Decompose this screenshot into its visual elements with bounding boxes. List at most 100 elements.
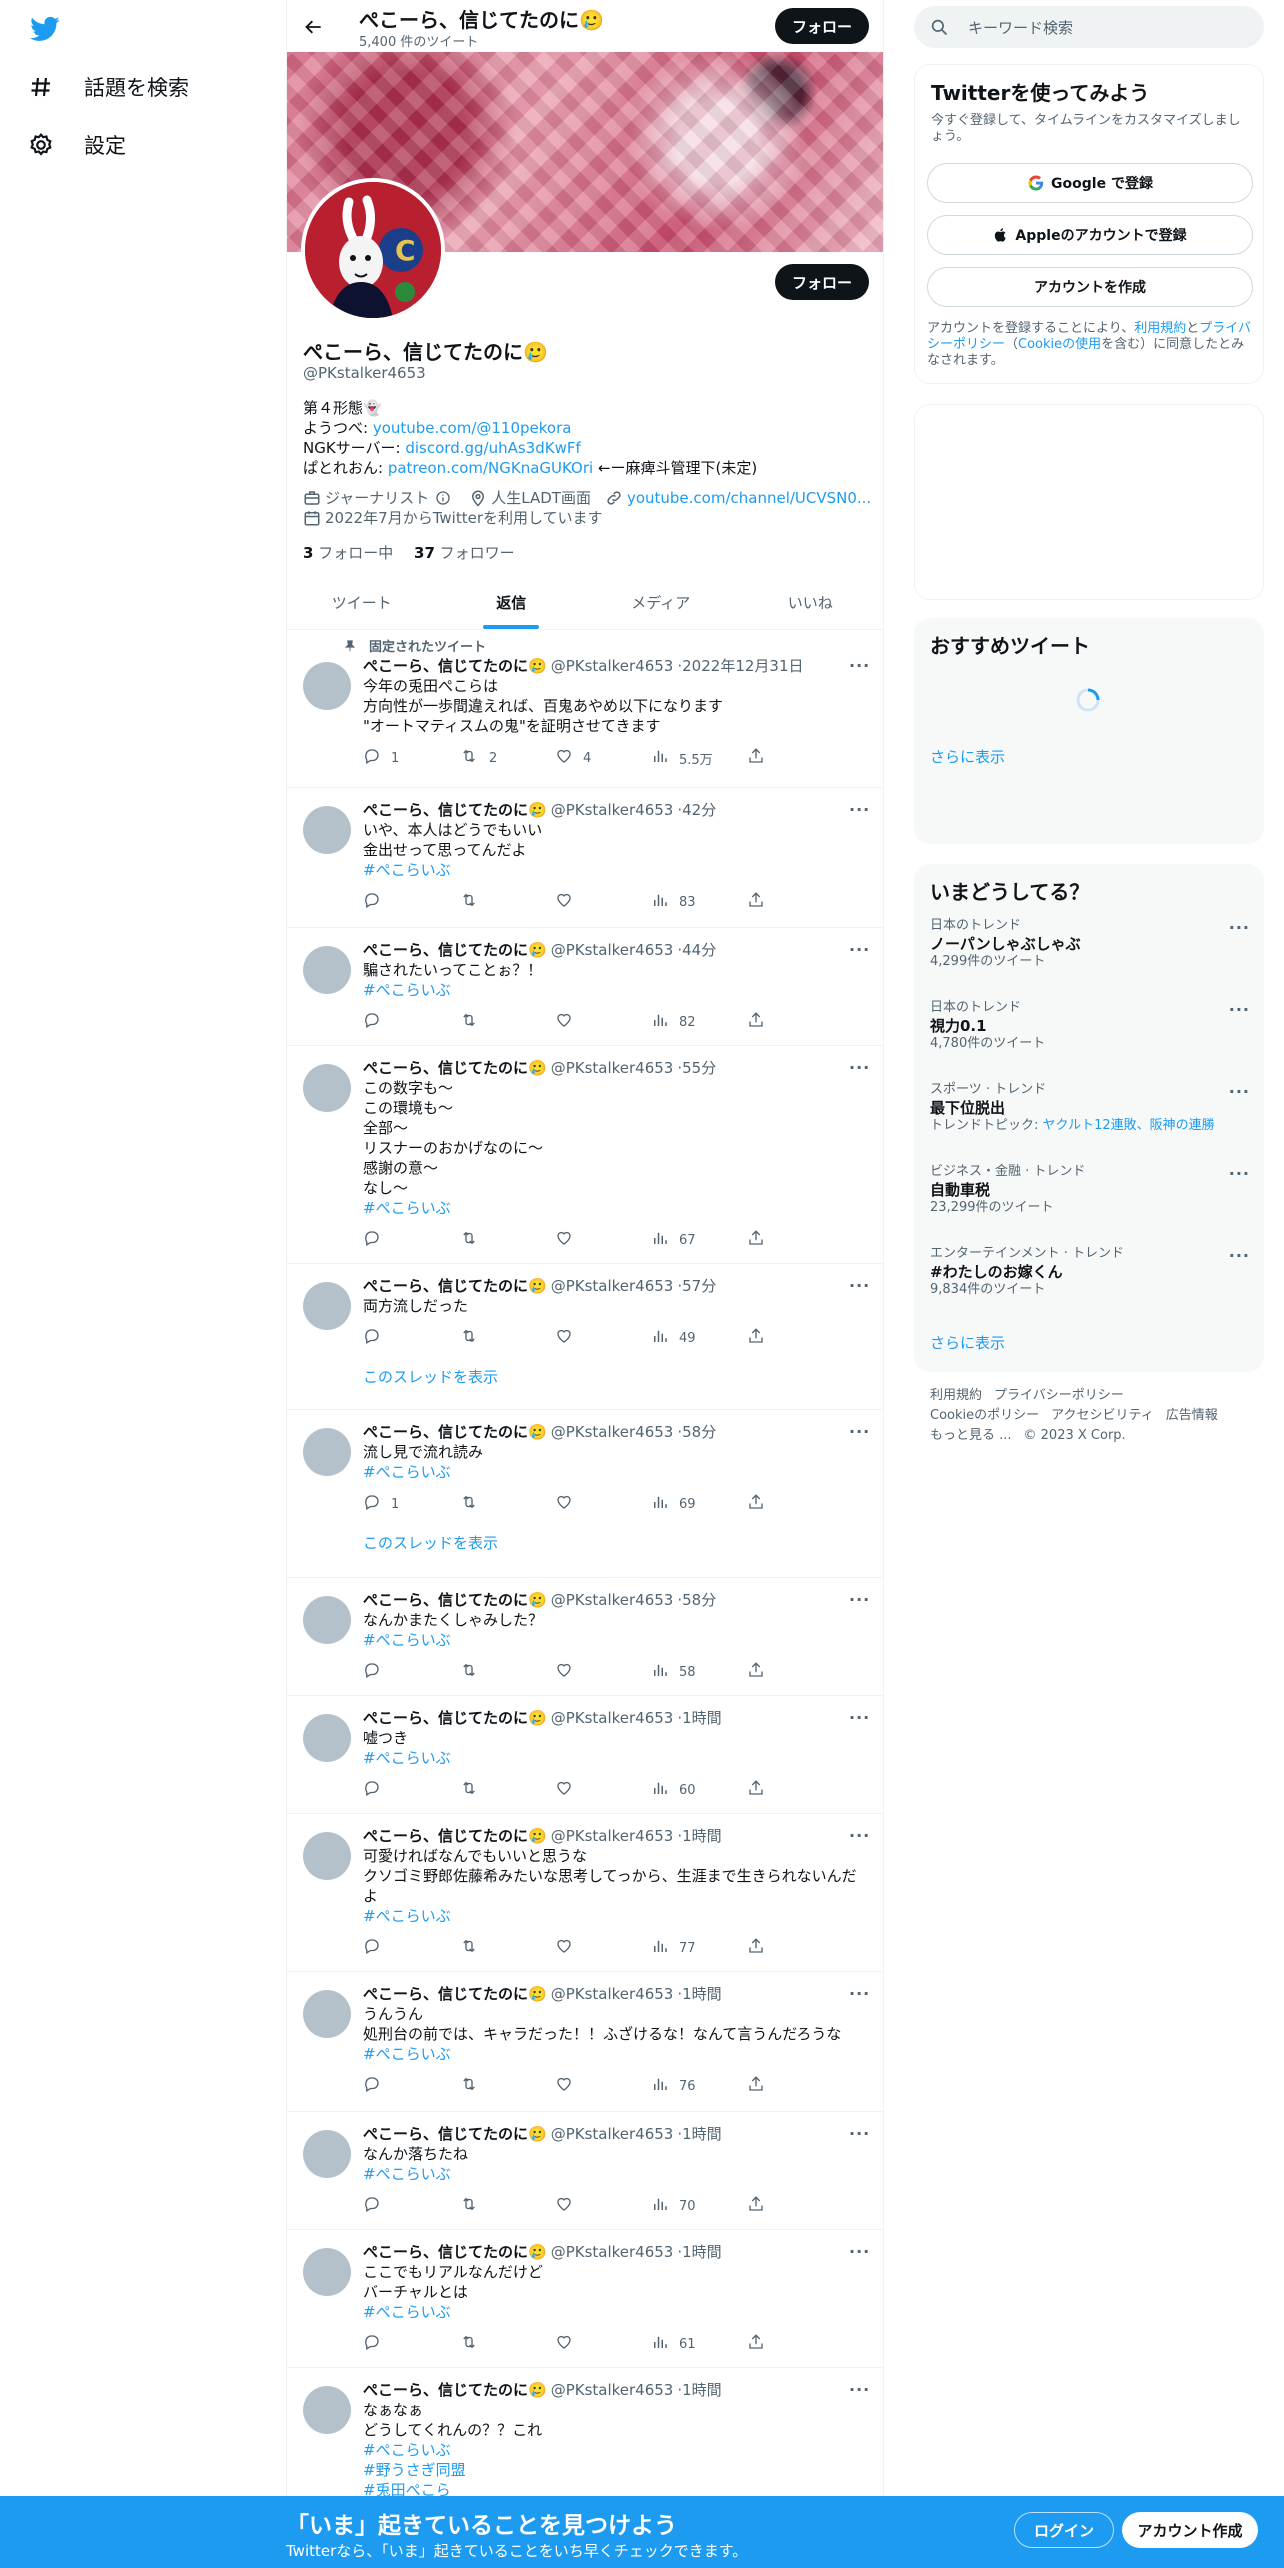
reply-button[interactable] (363, 2076, 459, 2096)
hashtag-link[interactable]: #兎田ぺこら (363, 2480, 869, 2496)
show-thread-link[interactable]: このスレッドを表示 (363, 1366, 498, 1387)
tweet-author-handle[interactable]: @PKstalker4653 (551, 801, 674, 819)
tweet-time[interactable]: 1時間 (682, 2243, 722, 2261)
hashtag-link[interactable]: #ぺこらいぶ (363, 1462, 869, 1482)
signup-button[interactable]: アカウント作成 (1122, 2512, 1258, 2548)
retweet-button[interactable] (459, 2076, 555, 2096)
reply-button[interactable] (363, 1780, 459, 1800)
retweet-button[interactable] (459, 892, 555, 912)
hashtag-link[interactable]: #ぺこらいぶ (363, 2302, 869, 2322)
youtube-link[interactable]: youtube.com/@110pekora (373, 419, 572, 437)
tweet-time[interactable]: 44分 (682, 941, 716, 959)
tweet-author-name[interactable]: ぺこーら、信じてたのに🥲 (363, 1277, 547, 1295)
footer-more-link[interactable]: もっと見る ... (930, 1428, 1012, 1443)
like-button[interactable] (555, 2196, 651, 2216)
share-button[interactable] (747, 1230, 787, 1250)
tweet-author-handle[interactable]: @PKstalker4653 (551, 2381, 674, 2399)
reply-button[interactable] (363, 1230, 459, 1250)
tab-media[interactable]: メディア (586, 576, 736, 629)
tweet-time[interactable]: 58分 (682, 1423, 716, 1441)
create-account-button[interactable]: アカウントを作成 (927, 267, 1253, 307)
patreon-link[interactable]: patreon.com/NGKnaGUKOri (388, 459, 593, 477)
tweet-avatar[interactable] (303, 2130, 351, 2178)
tweet-time[interactable]: 57分 (682, 1277, 716, 1295)
hashtag-link[interactable]: #ぺこらいぶ (363, 980, 869, 1000)
tweet-author-name[interactable]: ぺこーら、信じてたのに🥲 (363, 1709, 547, 1727)
tweet-avatar[interactable] (303, 1428, 351, 1476)
footer-privacy-link[interactable]: プライバシーポリシー (994, 1388, 1124, 1403)
share-button[interactable] (747, 748, 787, 768)
tweet-avatar[interactable] (303, 1596, 351, 1644)
tweet-avatar[interactable] (303, 2386, 351, 2434)
tweet-avatar[interactable] (303, 1282, 351, 1330)
google-signup-button[interactable]: Google で登録 (927, 163, 1253, 203)
tweet-avatar[interactable] (303, 1064, 351, 1112)
like-button[interactable] (555, 1230, 651, 1250)
footer-ads-link[interactable]: 広告情報 (1166, 1408, 1218, 1423)
reply-button[interactable]: 1 (363, 748, 459, 768)
retweet-button[interactable]: 2 (459, 748, 555, 768)
tweet-time[interactable]: 58分 (682, 1591, 716, 1609)
nav-settings[interactable]: 設定 (26, 120, 126, 170)
reply-button[interactable] (363, 892, 459, 912)
views-button[interactable]: 58 (651, 1662, 747, 1682)
tweet[interactable]: ··· ぺこーら、信じてたのに🥲 @PKstalker4653·44分 騙されたいって… (287, 928, 883, 1046)
share-button[interactable] (747, 1328, 787, 1348)
views-button[interactable]: 83 (651, 892, 747, 912)
info-icon[interactable] (435, 490, 451, 506)
hashtag-link[interactable]: #ぺこらいぶ (363, 1198, 869, 1218)
header-follow-button[interactable]: フォロー (775, 8, 869, 44)
tweet[interactable]: ··· ぺこーら、信じてたのに🥲 @PKstalker4653·1時間 嘘つき #ぺこら… (287, 1696, 883, 1814)
tweet-author-handle[interactable]: @PKstalker4653 (551, 1827, 674, 1845)
reply-button[interactable] (363, 1662, 459, 1682)
followers-link[interactable]: 37 フォロワー (414, 544, 515, 562)
tweet-author-handle[interactable]: @PKstalker4653 (551, 2125, 674, 2143)
login-button[interactable]: ログイン (1014, 2512, 1114, 2548)
back-button[interactable] (297, 10, 331, 44)
hashtag-link[interactable]: #ぺこらいぶ (363, 2044, 869, 2064)
views-button[interactable]: 61 (651, 2334, 747, 2354)
tweet-time[interactable]: 1時間 (682, 2381, 722, 2399)
tweet-avatar[interactable] (303, 1832, 351, 1880)
share-button[interactable] (747, 1780, 787, 1800)
trends-show-more-link[interactable]: さらに表示 (930, 1332, 1005, 1353)
like-button[interactable] (555, 1662, 651, 1682)
tab-replies[interactable]: 返信 (437, 576, 587, 629)
nav-explore[interactable]: 話題を検索 (26, 62, 189, 112)
tweet-avatar[interactable] (303, 1990, 351, 2038)
like-button[interactable] (555, 1494, 651, 1514)
tweet-author-name[interactable]: ぺこーら、信じてたのに🥲 (363, 1059, 547, 1077)
retweet-button[interactable] (459, 1012, 555, 1032)
tweet-avatar[interactable] (303, 806, 351, 854)
retweet-button[interactable] (459, 1230, 555, 1250)
trend-item[interactable]: スポーツ · トレンド 最下位脱出 トレンドトピック: ヤクルト12連敗、阪神の連勝… (930, 1082, 1250, 1134)
tweet-author-name[interactable]: ぺこーら、信じてたのに🥲 (363, 2243, 547, 2261)
views-button[interactable]: 70 (651, 2196, 747, 2216)
like-button[interactable] (555, 2076, 651, 2096)
retweet-button[interactable] (459, 1662, 555, 1682)
views-button[interactable]: 5.5万 (651, 748, 747, 768)
tab-likes[interactable]: いいね (736, 576, 884, 629)
trend-item[interactable]: エンターテインメント · トレンド #わたしのお嫁くん 9,834件のツイート ··· (930, 1246, 1250, 1298)
tweet-author-handle[interactable]: @PKstalker4653 (551, 1059, 674, 1077)
tweet-time[interactable]: 42分 (682, 801, 716, 819)
retweet-button[interactable] (459, 1780, 555, 1800)
discord-link[interactable]: discord.gg/uhAs3dKwFf (405, 439, 580, 457)
share-button[interactable] (747, 1012, 787, 1032)
tweet-author-handle[interactable]: @PKstalker4653 (551, 2243, 674, 2261)
reply-button[interactable] (363, 2334, 459, 2354)
footer-cookie-link[interactable]: Cookieのポリシー (930, 1408, 1039, 1423)
tweet-author-handle[interactable]: @PKstalker4653 (551, 657, 674, 675)
profile-avatar[interactable]: C (301, 178, 445, 322)
views-button[interactable]: 60 (651, 1780, 747, 1800)
tweet-author-name[interactable]: ぺこーら、信じてたのに🥲 (363, 1985, 547, 2003)
tweet-avatar[interactable] (303, 2248, 351, 2296)
tweet[interactable]: ··· ぺこーら、信じてたのに🥲 @PKstalker4653·55分 この数字も〜こ… (287, 1046, 883, 1264)
share-button[interactable] (747, 892, 787, 912)
tweet-author-handle[interactable]: @PKstalker4653 (551, 1277, 674, 1295)
tweet[interactable]: ··· ぺこーら、信じてたのに🥲 @PKstalker4653·58分 流し見で流れ読… (287, 1410, 883, 1578)
tweet-author-name[interactable]: ぺこーら、信じてたのに🥲 (363, 1591, 547, 1609)
more-icon[interactable]: ··· (1229, 1000, 1250, 1019)
cookie-link[interactable]: Cookieの使用 (1018, 337, 1101, 352)
like-button[interactable] (555, 2334, 651, 2354)
